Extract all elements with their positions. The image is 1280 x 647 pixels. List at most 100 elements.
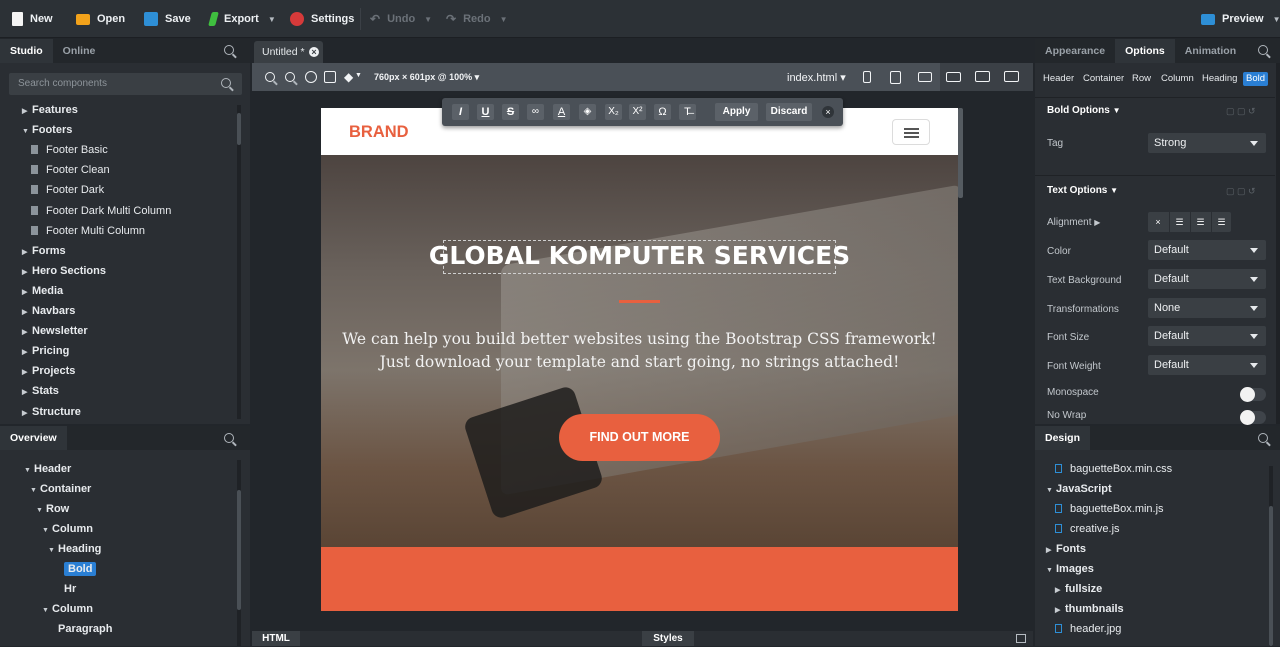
brand-link[interactable]: BRAND [349, 123, 409, 142]
close-icon[interactable]: × [309, 47, 319, 57]
overview-item[interactable]: ▼ Column [42, 520, 93, 538]
hero-paragraph[interactable]: We can help you build better websites us… [321, 328, 958, 374]
breadcrumb-item[interactable]: Heading [1199, 72, 1240, 86]
page-scrollbar[interactable] [958, 108, 963, 198]
preview-button[interactable]: Preview ▼ [1201, 0, 1280, 38]
design-item[interactable]: baguetteBox.min.css [1055, 460, 1172, 478]
component-item[interactable]: ▶ Newsletter [22, 322, 88, 340]
component-item[interactable]: ▶ Stats [22, 382, 59, 400]
tab-options[interactable]: Options [1115, 39, 1175, 63]
tab-studio[interactable]: Studio [0, 39, 53, 63]
design-item[interactable]: ▶ fullsize [1055, 580, 1102, 598]
design-item[interactable]: ▶ thumbnails [1055, 600, 1124, 618]
design-item[interactable]: baguetteBox.min.js [1055, 500, 1164, 518]
tab-design[interactable]: Design [1035, 426, 1091, 450]
overview-item[interactable]: ▼ Header [24, 460, 71, 478]
design-item[interactable]: ▼ JavaScript [1046, 480, 1112, 498]
component-item[interactable]: Footer Multi Column [31, 222, 145, 240]
strikethrough-button[interactable]: S [502, 104, 519, 120]
option-select[interactable]: Default [1148, 355, 1266, 375]
redo-button[interactable]: ↷ Redo ▼ [446, 0, 507, 38]
apply-button[interactable]: Apply [715, 103, 758, 121]
align-right-icon[interactable]: ☰ [1211, 212, 1231, 232]
toggle-switch[interactable] [1240, 410, 1266, 425]
text-options-title[interactable]: Text Options ▼ [1047, 185, 1118, 196]
scroll-thumb[interactable] [1269, 506, 1273, 646]
export-button[interactable]: Export ▼ [208, 0, 276, 38]
breadcrumb-item[interactable]: Column [1158, 72, 1197, 86]
component-item[interactable]: Footer Clean [31, 161, 110, 179]
align-center-icon[interactable]: ☰ [1190, 212, 1210, 232]
device-phone-icon[interactable] [863, 71, 871, 83]
tab-styles[interactable]: Styles [642, 631, 694, 646]
component-item[interactable]: ▶ Forms [22, 242, 66, 260]
search-icon[interactable] [224, 433, 234, 443]
overview-item[interactable]: ▼ Heading [48, 540, 101, 558]
breadcrumb-item[interactable]: Bold [1243, 72, 1269, 86]
overview-scrollbar[interactable] [237, 460, 241, 646]
page-preview[interactable]: BRAND GLOBAL KOMPUTER SERVICES We can he… [321, 108, 958, 611]
subscript-icon[interactable]: X₂ [605, 104, 622, 120]
text-color-icon[interactable]: A [553, 104, 570, 120]
clear-format-icon[interactable]: T̶ [679, 104, 696, 120]
scroll-thumb[interactable] [237, 490, 241, 610]
toggle-switch[interactable] [1240, 387, 1266, 402]
tag-select[interactable]: Strong [1148, 133, 1266, 153]
image-icon[interactable] [324, 71, 336, 83]
search-icon[interactable] [1258, 433, 1268, 443]
design-item[interactable]: ▼ Images [1046, 560, 1094, 578]
device-tablet-landscape-icon[interactable] [918, 72, 932, 82]
expand-icon[interactable] [1016, 634, 1026, 643]
zoom-out-icon[interactable] [285, 72, 295, 82]
design-item[interactable]: creative.js [1055, 520, 1120, 538]
open-button[interactable]: Open [76, 0, 125, 38]
component-item[interactable]: ▶ Navbars [22, 302, 75, 320]
highlight-icon[interactable]: ◈ [579, 104, 596, 120]
tab-online[interactable]: Online [53, 39, 106, 63]
breadcrumb-item[interactable]: Header [1040, 72, 1077, 86]
zoom-in-icon[interactable] [265, 72, 275, 82]
design-item[interactable]: ▶ Fonts [1046, 540, 1086, 558]
components-scrollbar[interactable] [237, 105, 241, 419]
component-item[interactable]: Footer Dark Multi Column [31, 202, 171, 220]
align-none-icon[interactable]: × [1148, 212, 1168, 232]
copy-paste-reset-icons[interactable]: ▢ ▢ ↺ [1226, 186, 1256, 197]
breadcrumb-item[interactable]: Container [1080, 72, 1127, 86]
component-item[interactable]: Footer Basic [31, 141, 108, 159]
component-item[interactable]: Footer Dark [31, 181, 104, 199]
discard-button[interactable]: Discard [766, 103, 812, 121]
scroll-thumb[interactable] [237, 113, 241, 145]
tab-animation[interactable]: Animation [1175, 39, 1246, 63]
special-character-icon[interactable]: Ω [654, 104, 671, 120]
find-out-more-button[interactable]: FIND OUT MORE [559, 414, 720, 461]
design-item[interactable]: header.jpg [1055, 620, 1121, 638]
link-icon[interactable]: ∞ [527, 104, 544, 120]
device-tablet-icon[interactable] [890, 71, 901, 84]
option-select[interactable]: None [1148, 298, 1266, 318]
component-item[interactable]: ▶ Hero Sections [22, 262, 106, 280]
overview-item[interactable]: Bold [54, 560, 97, 578]
overview-item[interactable]: ▼ Container [30, 480, 91, 498]
component-item[interactable]: ▶ Pricing [22, 342, 69, 360]
component-item[interactable]: ▶ Media [22, 282, 63, 300]
option-select[interactable]: Default [1148, 269, 1266, 289]
overview-item[interactable]: Paragraph [48, 620, 112, 638]
device-widescreen-icon[interactable] [1004, 71, 1019, 82]
settings-button[interactable]: Settings [290, 0, 354, 38]
breadcrumb-item[interactable]: Row [1129, 72, 1154, 86]
overview-item[interactable]: Hr [54, 580, 76, 598]
undo-button[interactable]: ↶ Undo ▼ [370, 0, 432, 38]
bold-options-title[interactable]: Bold Options ▼ [1047, 105, 1120, 116]
tab-appearance[interactable]: Appearance [1035, 39, 1115, 63]
document-tab[interactable]: Untitled * × [254, 41, 323, 63]
component-search-input[interactable]: Search components [9, 73, 242, 95]
size-zoom-label[interactable]: 760px × 601px @ 100% ▾ [374, 72, 479, 83]
page-select[interactable]: index.html ▾ [787, 71, 846, 84]
tab-overview[interactable]: Overview [0, 426, 67, 450]
underline-button[interactable]: U [477, 104, 494, 120]
design-scrollbar[interactable] [1269, 466, 1273, 646]
hero-heading[interactable]: GLOBAL KOMPUTER SERVICES [321, 241, 958, 270]
component-item[interactable]: ▶ Structure [22, 403, 81, 421]
align-left-icon[interactable]: ☰ [1169, 212, 1189, 232]
new-button[interactable]: New [12, 0, 53, 38]
